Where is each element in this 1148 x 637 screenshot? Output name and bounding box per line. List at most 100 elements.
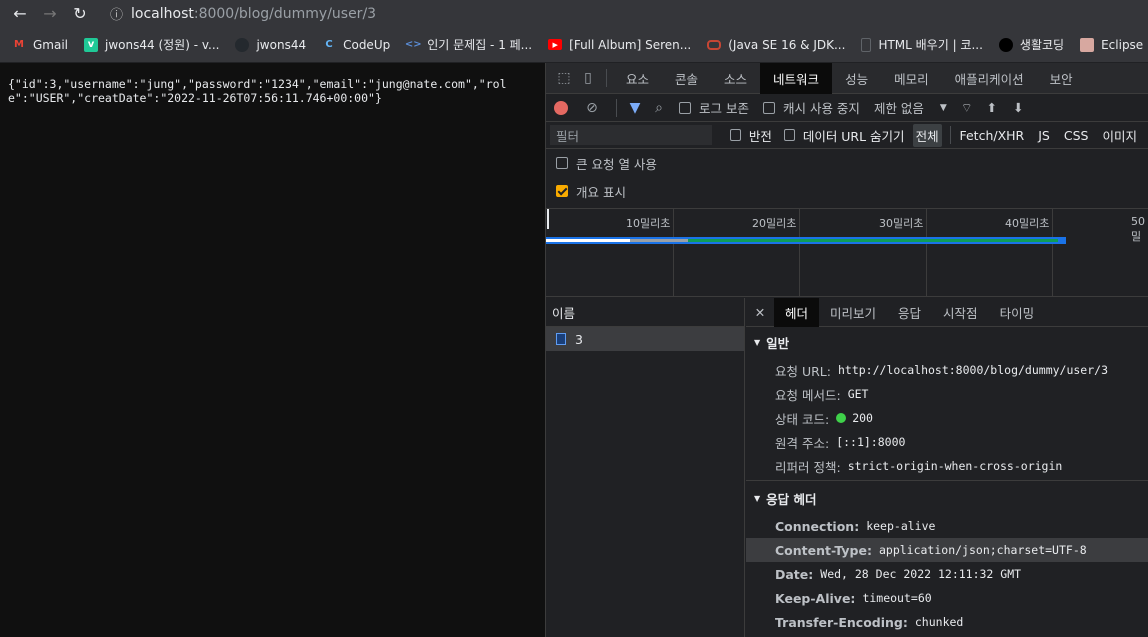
header-row: 요청 URL: http://localhost:8000/blog/dummy…: [746, 358, 1148, 382]
document-icon: [861, 37, 872, 52]
tick-label: 10밀리초: [626, 217, 671, 230]
preserve-log-checkbox[interactable]: [679, 101, 691, 114]
bookmark-label: 생활코딩: [1019, 38, 1065, 52]
invert-checkbox[interactable]: [729, 129, 741, 141]
header-row: Connection: keep-alive: [746, 514, 1148, 538]
tab-elements[interactable]: 요소: [613, 63, 662, 94]
chevron-down-icon[interactable]: ▼: [940, 103, 947, 113]
tick-label: 40밀리초: [1005, 217, 1050, 230]
request-panes: 이름 3 ✕ 헤더 미리보기 응답 시작점 타이밍 ▼ 일반 요청 URL: h…: [546, 297, 1148, 637]
address-bar[interactable]: ⓘ localhost:8000/blog/dummy/user/3: [110, 4, 377, 24]
general-section-header[interactable]: ▼ 일반: [746, 327, 1148, 358]
filter-type-js[interactable]: JS: [1035, 126, 1053, 145]
large-rows-label: 큰 요청 열 사용: [576, 156, 657, 172]
header-row: Keep-Alive: timeout=60: [746, 586, 1148, 610]
response-headers-section-header[interactable]: ▼ 응답 헤더: [746, 483, 1148, 514]
devtools-tabbar: ⬚ ▯ 요소 콘솔 소스 네트워크 성능 메모리 애플리케이션 보안: [546, 62, 1148, 94]
divider: [616, 98, 617, 117]
info-icon[interactable]: ⓘ: [110, 4, 123, 23]
tab-security[interactable]: 보안: [1037, 63, 1086, 94]
filter-type-fetch[interactable]: Fetch/XHR: [956, 126, 1027, 145]
show-overview-checkbox[interactable]: [556, 185, 568, 197]
bookmark-label: CodeUp: [343, 37, 391, 52]
invert-label: 반전: [748, 128, 772, 144]
filter-type-css[interactable]: CSS: [1061, 126, 1092, 145]
back-icon[interactable]: ←: [10, 4, 30, 24]
upload-icon[interactable]: ⬆: [987, 100, 997, 115]
header-row: Content-Type: application/json;charset=U…: [746, 538, 1148, 562]
network-toolbar: ⊘ ▼ ⌕ 로그 보존 캐시 사용 중지 제한 없음 ▼ ⌔ ⬆ ⬇: [546, 94, 1148, 122]
bookmark-gmail[interactable]: M Gmail: [12, 38, 68, 52]
bookmark-html[interactable]: HTML 배우기 | 코...: [861, 36, 983, 53]
bookmark-codeup[interactable]: C CodeUp: [322, 38, 390, 52]
header-row: 리퍼러 정책: strict-origin-when-cross-origin: [746, 454, 1148, 478]
record-icon[interactable]: [554, 100, 568, 115]
network-overview[interactable]: 10밀리초 20밀리초 30밀리초 40밀리초 50밀: [546, 208, 1148, 297]
bookmark-programmers[interactable]: <> 인기 문제집 - 1 페...: [405, 36, 532, 53]
header-value: keep-alive: [866, 519, 936, 533]
url-path: :8000/blog/dummy/user/3: [193, 5, 377, 22]
tab-console[interactable]: 콘솔: [662, 63, 711, 94]
header-row: 원격 주소: [::1]:8000: [746, 430, 1148, 454]
header-row: Date: Wed, 28 Dec 2022 12:11:32 GMT: [746, 562, 1148, 586]
tab-response[interactable]: 응답: [887, 298, 932, 327]
header-key: Date:: [775, 566, 814, 582]
bookmark-github[interactable]: jwons44: [235, 37, 306, 52]
section-title: 응답 헤더: [766, 492, 817, 507]
disable-cache-checkbox[interactable]: [762, 101, 775, 114]
header-key: Content-Type:: [775, 542, 872, 558]
bookmark-oracle[interactable]: (Java SE 16 & JDK...: [707, 38, 845, 52]
codeup-icon: C: [325, 39, 333, 50]
reload-icon[interactable]: ↻: [70, 4, 90, 24]
document-icon: [556, 333, 566, 345]
inspect-icon[interactable]: ⬚: [552, 66, 576, 90]
name-column-header[interactable]: 이름: [546, 298, 744, 327]
tab-headers[interactable]: 헤더: [774, 297, 820, 327]
oracle-icon: [707, 39, 722, 50]
grid-line: [673, 209, 674, 296]
throttle-select[interactable]: 제한 없음: [874, 98, 924, 117]
forward-icon[interactable]: →: [40, 4, 60, 24]
header-value: 200: [852, 411, 873, 425]
bookmark-eclipse[interactable]: Eclipse: [1080, 37, 1143, 52]
tick-label: 30밀리초: [879, 217, 924, 230]
bookmark-label: [Full Album] Seren...: [569, 37, 692, 52]
velog-icon: v: [84, 37, 99, 52]
header-row: 상태 코드: 200: [746, 406, 1148, 430]
bookmark-opentutorials[interactable]: 생활코딩: [998, 36, 1065, 53]
tab-memory[interactable]: 메모리: [881, 63, 942, 94]
large-rows-checkbox[interactable]: [556, 157, 568, 169]
close-icon[interactable]: ✕: [746, 305, 774, 320]
device-toggle-icon[interactable]: ▯: [576, 66, 600, 90]
filter-type-all[interactable]: 전체: [912, 123, 942, 147]
header-key: Keep-Alive:: [775, 590, 856, 606]
devtools-panel: ⬚ ▯ 요소 콘솔 소스 네트워크 성능 메모리 애플리케이션 보안 ⊘ ▼ ⌕…: [545, 62, 1148, 637]
tab-initiator[interactable]: 시작점: [932, 298, 989, 327]
header-value: timeout=60: [862, 591, 932, 605]
bookmark-velog[interactable]: v jwons44 (정원) - v...: [84, 36, 219, 53]
bookmarks-bar: M Gmail v jwons44 (정원) - v... jwons44 C …: [0, 27, 1148, 63]
filter-icon[interactable]: ▼: [623, 96, 647, 120]
circle-icon: [998, 37, 1013, 52]
tab-network[interactable]: 네트워크: [760, 62, 833, 94]
bookmark-label: (Java SE 16 & JDK...: [728, 37, 846, 52]
clear-icon[interactable]: ⊘: [580, 96, 604, 120]
tab-preview[interactable]: 미리보기: [819, 298, 887, 327]
tab-application[interactable]: 애플리케이션: [942, 63, 1037, 94]
filter-input[interactable]: 필터: [550, 125, 712, 145]
tab-timing[interactable]: 타이밍: [989, 298, 1046, 327]
header-key: 요청 URL:: [775, 363, 831, 379]
header-value: strict-origin-when-cross-origin: [847, 459, 1063, 473]
tab-performance[interactable]: 성능: [832, 63, 881, 94]
header-key: 원격 주소:: [775, 435, 830, 451]
network-conditions-icon[interactable]: ⌔: [961, 100, 973, 116]
divider: [949, 126, 951, 144]
download-icon[interactable]: ⬇: [1013, 100, 1023, 115]
search-icon[interactable]: ⌕: [647, 96, 671, 120]
hide-data-urls-checkbox[interactable]: [783, 129, 795, 141]
tab-sources[interactable]: 소스: [711, 63, 760, 94]
request-row[interactable]: 3: [546, 327, 744, 351]
filter-type-img[interactable]: 이미지: [1099, 124, 1140, 147]
header-value: [::1]:8000: [836, 435, 906, 449]
bookmark-youtube[interactable]: ▶ [Full Album] Seren...: [548, 38, 691, 52]
